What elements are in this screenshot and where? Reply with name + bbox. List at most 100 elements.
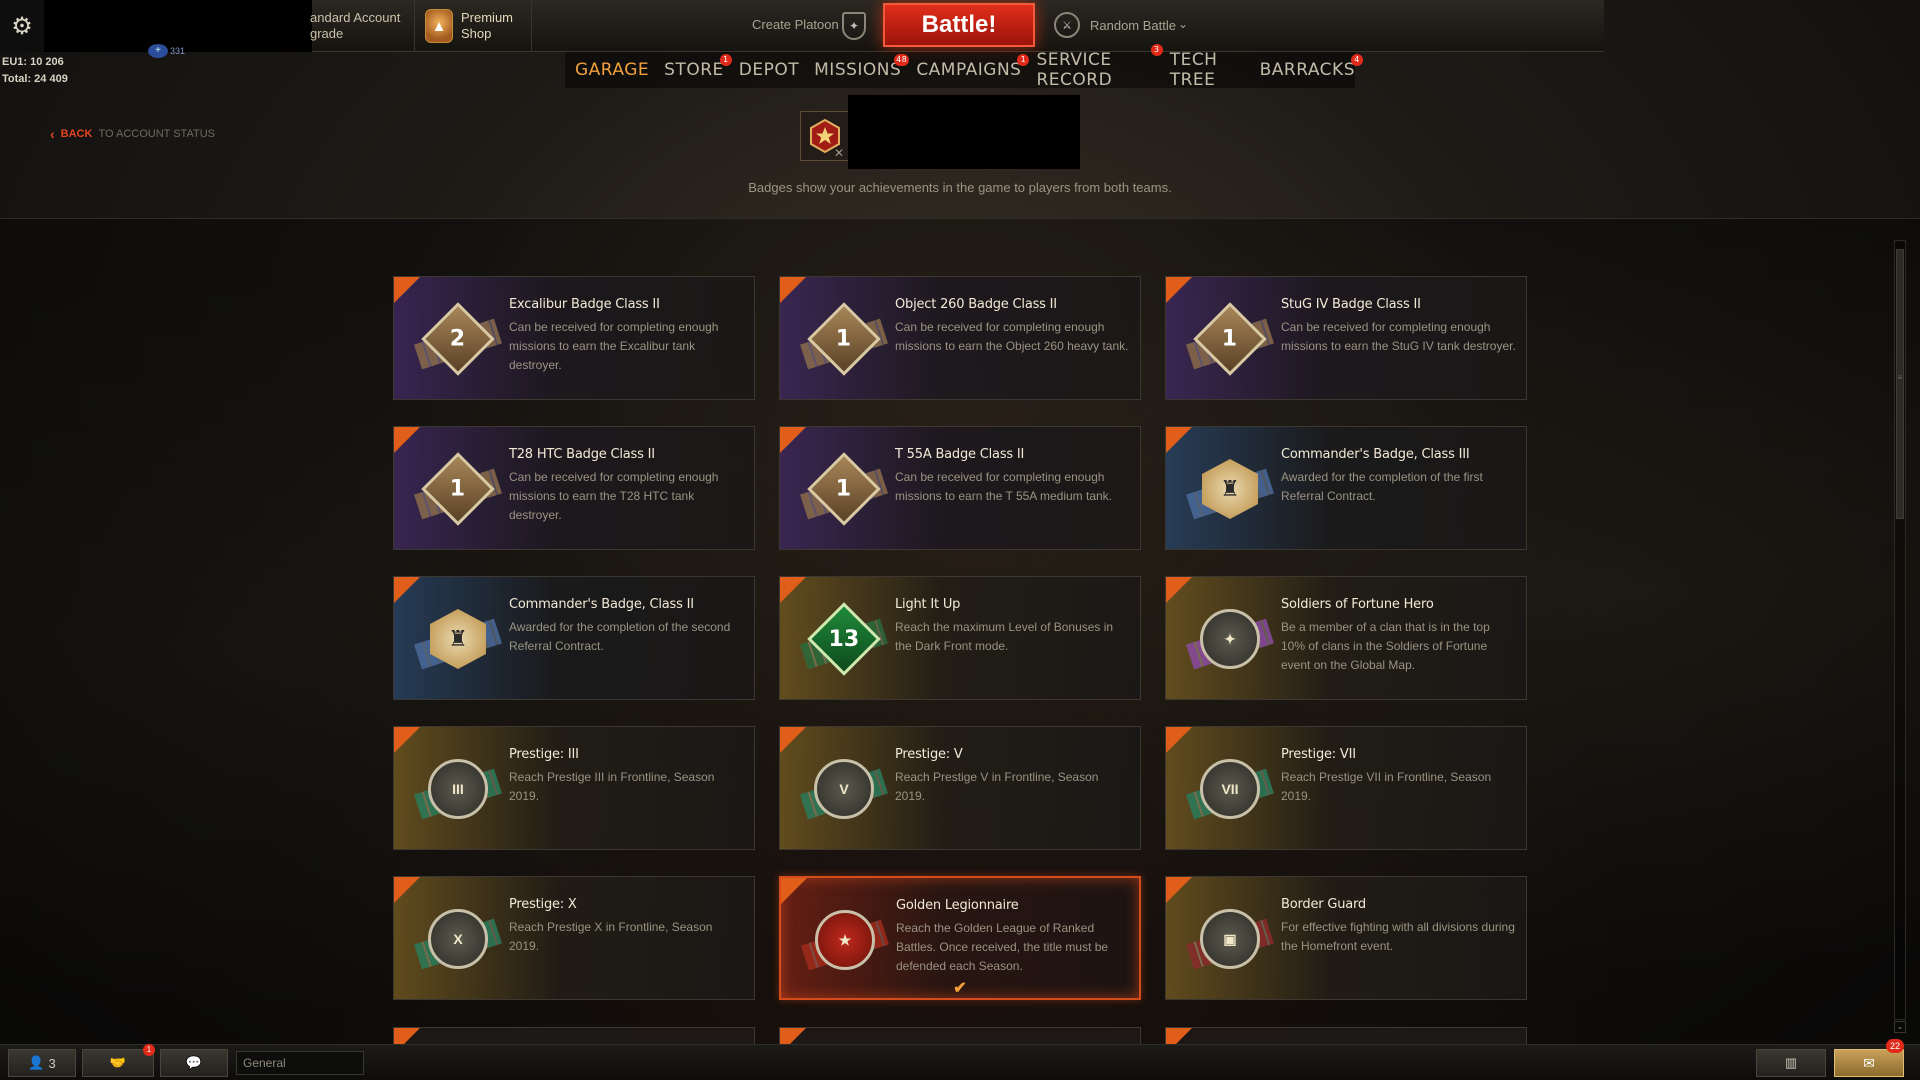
friends-button[interactable]: 🤝 1: [82, 1044, 155, 1077]
nav-label: GARAGE: [575, 60, 650, 80]
badge-title: Prestige: V: [895, 747, 963, 762]
nav-service-record[interactable]: SERVICE RECORD 3: [1036, 44, 1163, 90]
notification-badge: 4: [1351, 54, 1363, 66]
badges-description: Badges show your achievements in the gam…: [748, 180, 1172, 195]
badge-icon: X: [414, 895, 502, 983]
nav-garage[interactable]: GARAGE: [575, 60, 649, 80]
badge-card[interactable]: 1 T28 HTC Badge Class II Can be received f…: [393, 426, 755, 550]
chat-bubbles-icon: 💬: [185, 1055, 203, 1070]
redacted-player-name: [848, 95, 1080, 169]
notifications-button[interactable]: ✉: [1834, 1049, 1904, 1077]
badge-description: Can be received for completing enough mi…: [895, 320, 1129, 353]
badge-card[interactable]: 1 StuG IV Badge Class II Can be received f…: [1165, 276, 1527, 400]
scrollbar[interactable]: ≡: [1894, 240, 1906, 1020]
chevron-left-icon: ‹: [50, 126, 55, 142]
badge-description: Can be received for completing enough mi…: [509, 320, 719, 372]
server-stats: EU1: 10 206 Total: 24 409: [2, 54, 68, 88]
badge-title: Light It Up: [895, 597, 961, 612]
badge-title: Prestige: X: [509, 897, 577, 912]
nav-label: STORE: [664, 60, 724, 80]
back-button[interactable]: ‹ BACK TO ACCOUNT STATUS: [50, 126, 215, 142]
selected-checkmark-icon: ✔: [953, 980, 967, 997]
nav-tech-tree[interactable]: TECH TREE: [1170, 50, 1245, 90]
badge-title: T 55A Badge Class II: [895, 447, 1025, 462]
nav-label: MISSIONS: [814, 60, 902, 80]
badge-card[interactable]: 2 Excalibur Badge Class II Can be received…: [393, 276, 755, 400]
scroll-down-arrow-icon[interactable]: ⌄: [1894, 1021, 1906, 1033]
badge-icon: ♜: [414, 595, 502, 683]
chevron-down-icon[interactable]: ⌄: [1178, 17, 1188, 31]
badge-card[interactable]: ★ Golden Legionnaire Reach the Golden Leag…: [779, 876, 1141, 1000]
account-status-line1: andard Account: [310, 10, 401, 25]
badge-text: Prestige: V Reach Prestige V in Frontline…: [895, 747, 1130, 806]
badge-text: StuG IV Badge Class II Can be received fo…: [1281, 297, 1516, 356]
chat-channel-input[interactable]: General: [236, 1051, 364, 1075]
badge-description: Awarded for the completion of the first …: [1281, 470, 1483, 503]
badge-text: T28 HTC Badge Class II Can be received fo…: [509, 447, 744, 525]
badge-symbol: ♜: [448, 626, 468, 651]
premium-shop-button[interactable]: ▲ Premium Shop: [414, 0, 532, 52]
premium-shop-icon: ▲: [425, 9, 453, 43]
battle-mode-icon[interactable]: ⚔: [1054, 12, 1080, 38]
badge-card[interactable]: ♜ Commander's Badge, Class III Awarded for…: [1165, 426, 1527, 550]
notification-badge: 1: [1017, 54, 1030, 66]
friends-badge: 1: [143, 1044, 155, 1056]
badge-card[interactable]: ✦ Soldiers of Fortune Hero Be a member of …: [1165, 576, 1527, 700]
badge-card-peek[interactable]: [779, 1027, 1141, 1045]
badge-card[interactable]: V Prestige: V Reach Prestige V in Frontlin…: [779, 726, 1141, 850]
badge-symbol: III: [452, 781, 464, 797]
badge-description: Can be received for completing enough mi…: [1281, 320, 1516, 353]
badge-card[interactable]: III Prestige: III Reach Prestige III in Fr…: [393, 726, 755, 850]
badge-text: Soldiers of Fortune Hero Be a member of a…: [1281, 597, 1516, 675]
free-xp-value: 331: [170, 46, 186, 56]
badge-icon: 1: [800, 295, 888, 383]
settings-gear-icon[interactable]: ⚙: [0, 0, 44, 52]
remove-badge-close-icon[interactable]: ✕: [834, 146, 844, 160]
badge-description: Reach Prestige VII in Frontline, Season …: [1281, 770, 1492, 803]
scrollbar-grip-icon: ≡: [1897, 373, 1903, 382]
badge-icon: ▣: [1186, 895, 1274, 983]
badge-card[interactable]: VII Prestige: VII Reach Prestige VII in Fr…: [1165, 726, 1527, 850]
chat-button[interactable]: 💬: [160, 1049, 228, 1077]
badge-text: Prestige: VII Reach Prestige VII in Front…: [1281, 747, 1516, 806]
badge-card-peek[interactable]: [1165, 1027, 1527, 1045]
badge-text: Prestige: X Reach Prestige X in Frontline…: [509, 897, 744, 956]
platoon-shield-icon[interactable]: ✦: [842, 12, 866, 40]
session-stats-button[interactable]: ▥: [1756, 1049, 1826, 1077]
badge-card[interactable]: ♜ Commander's Badge, Class II Awarded for …: [393, 576, 755, 700]
total-online-count: Total: 24 409: [2, 73, 68, 85]
badge-title: Prestige: VII: [1281, 747, 1356, 762]
create-platoon-label[interactable]: Create Platoon: [752, 17, 839, 32]
account-status-link[interactable]: andard Account grade: [310, 10, 400, 42]
nav-campaigns[interactable]: CAMPAIGNS 1: [916, 54, 1030, 80]
badge-card[interactable]: 13 Light It Up Reach the maximum Level of …: [779, 576, 1141, 700]
badge-card[interactable]: X Prestige: X Reach Prestige X in Frontlin…: [393, 876, 755, 1000]
badge-emblem: X: [428, 909, 488, 969]
badge-card[interactable]: 1 T 55A Badge Class II Can be received for…: [779, 426, 1141, 550]
scrollbar-thumb[interactable]: [1896, 249, 1904, 519]
badge-description: For effective fighting with all division…: [1281, 920, 1515, 953]
notification-icon: ✉: [1863, 1054, 1875, 1071]
battle-mode-label[interactable]: Random Battle: [1090, 18, 1176, 33]
badge-card[interactable]: ▣ Border Guard For effective fighting with…: [1165, 876, 1527, 1000]
battle-button[interactable]: Battle!: [883, 3, 1035, 47]
badge-description: Reach the maximum Level of Bonuses in th…: [895, 620, 1114, 653]
notifications-count: 22: [1886, 1039, 1904, 1053]
players-button[interactable]: 👤 3: [8, 1049, 76, 1077]
badge-card[interactable]: 1 Object 260 Badge Class II Can be receive…: [779, 276, 1141, 400]
badge-text: Golden Legionnaire Reach the Golden Leagu…: [896, 898, 1131, 976]
badge-symbol: ✦: [1224, 630, 1236, 647]
badge-icon: 1: [800, 445, 888, 533]
nav-depot[interactable]: DEPOT: [739, 60, 799, 80]
nav-missions[interactable]: MISSIONS 48: [814, 54, 910, 80]
badge-icon: ✦: [1186, 595, 1274, 683]
badge-title: Border Guard: [1281, 897, 1366, 912]
badge-symbol: X: [453, 931, 463, 947]
nav-store[interactable]: STORE 1: [664, 54, 732, 80]
badge-card-peek[interactable]: [393, 1027, 755, 1045]
badge-icon: 1: [1186, 295, 1274, 383]
badge-title: T28 HTC Badge Class II: [509, 447, 655, 462]
nav-barracks[interactable]: BARRACKS 4: [1260, 54, 1363, 80]
badge-emblem: III: [428, 759, 488, 819]
nav-label: SERVICE RECORD: [1036, 50, 1113, 90]
